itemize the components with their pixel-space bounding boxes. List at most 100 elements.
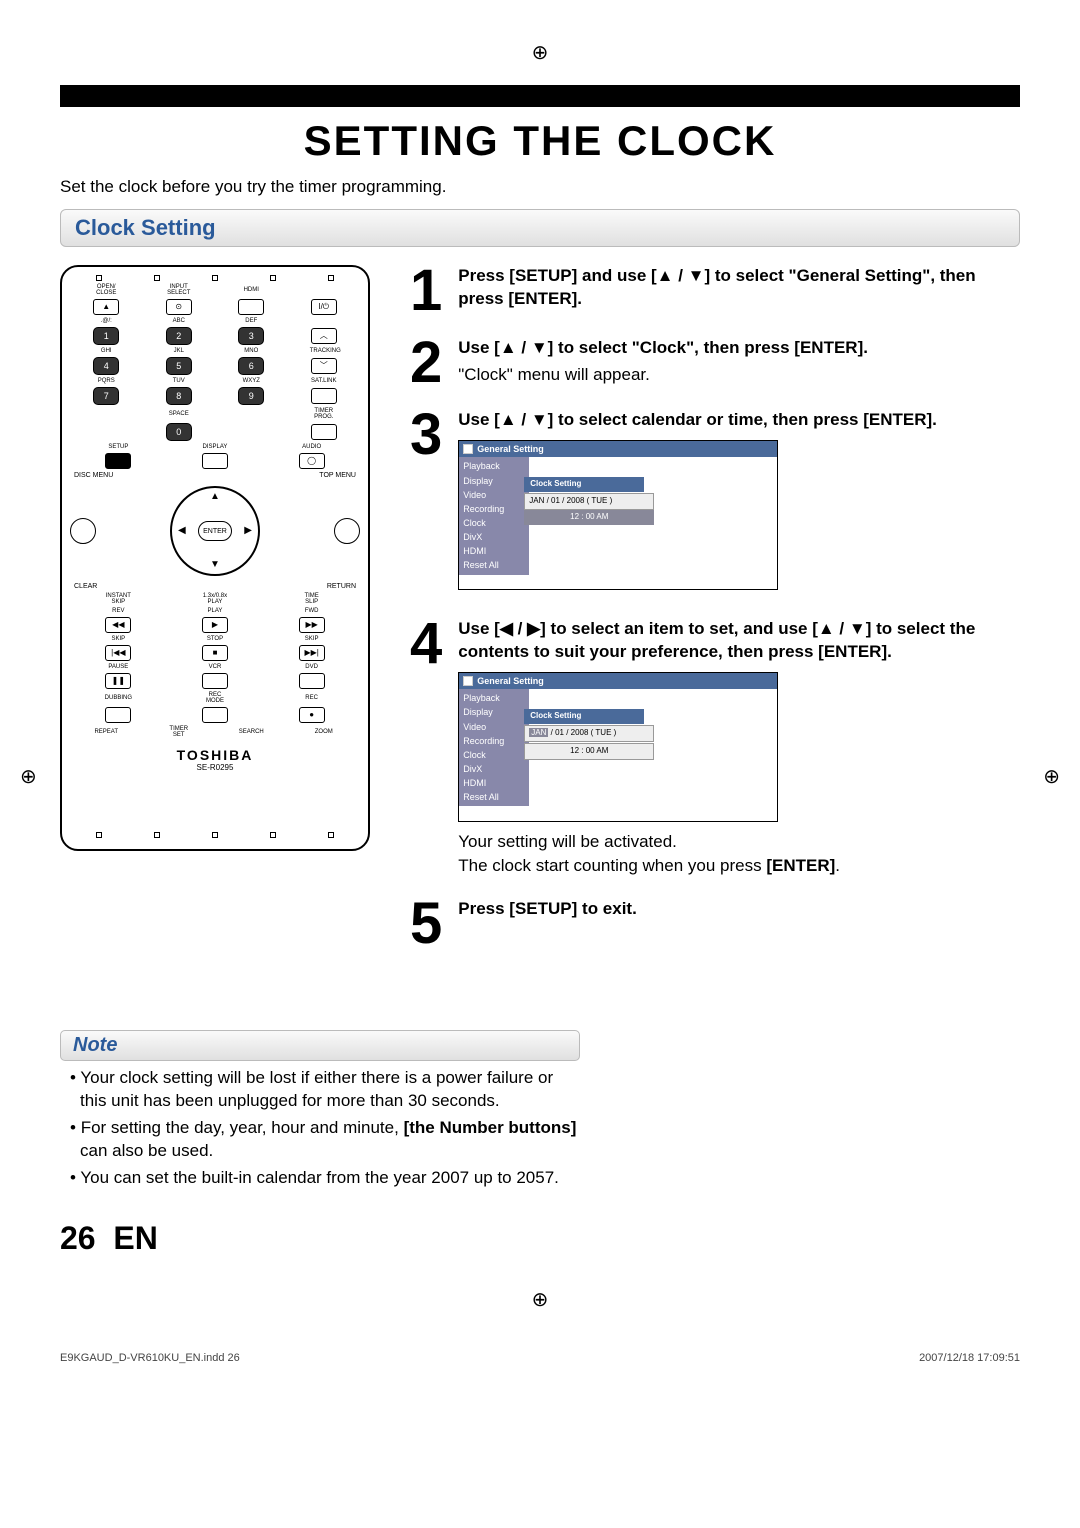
step-5: 5 Press [SETUP] to exit. [410,898,1020,950]
osd-sidebar: Playback Display Video Recording Clock D… [459,457,529,574]
osd-menu-item: Video [461,720,527,734]
key-label: DVD [298,664,326,670]
print-footer: E9KGAUD_D-VR610KU_EN.indd 26 2007/12/18 … [60,1352,1020,1364]
key-label: JKL [165,348,193,354]
key-label: REPEAT [92,729,120,735]
key-label: SPACE [165,411,193,417]
model-number: SE-R0295 [70,764,360,772]
key-label: STOP [201,636,229,642]
ir-dot [328,832,334,838]
remote-control-diagram: OPEN/ CLOSE INPUT SELECT HDMI ▲ ⊙ I/⏻ .@… [60,265,370,851]
rev-button: ◀◀ [105,617,131,633]
key-label: TUV [165,378,193,384]
down-arrow-icon: ▼ [210,560,220,570]
note-item: Your clock setting will be lost if eithe… [70,1067,580,1113]
page-number: 26 EN [60,1220,1020,1257]
top-registration-mark: ⊕ [60,40,1020,65]
note-heading: Note [60,1030,580,1061]
osd-menu-item: Recording [461,502,527,516]
ir-dot [212,832,218,838]
ir-dot [96,832,102,838]
ir-dot [154,275,160,281]
btn-label: INPUT SELECT [165,284,193,296]
enter-button: ENTER [198,521,232,541]
note-list: Your clock setting will be lost if eithe… [60,1067,580,1190]
satlink-button [311,388,337,404]
osd-menu-item: HDMI [461,544,527,558]
key-label: 1.3x/0.8x PLAY [201,593,229,605]
ch-up-button: ︿ [311,328,337,344]
footer-timestamp: 2007/12/18 17:09:51 [919,1352,1020,1364]
ir-dot [212,275,218,281]
key-label: VCR [201,664,229,670]
osd-menu-item: Clock [461,516,527,530]
step-text: Use [▲ / ▼] to select calendar or time, … [458,410,937,429]
key-label: INSTANT SKIP [104,593,132,605]
osd-time-row: 12 : 00 AM [524,510,654,525]
key-label: PLAY [201,608,229,614]
section-heading: Clock Setting [60,209,1020,247]
step-2: 2 Use [▲ / ▼] to select "Clock", then pr… [410,337,1020,389]
step-text: Press [SETUP] to exit. [458,899,637,918]
key-label: MNO [237,348,265,354]
key-label: TRACKING [310,348,338,354]
osd-menu-item: Display [461,474,527,488]
osd-menu-item: Recording [461,734,527,748]
rec-button: ● [299,707,325,723]
key-label: REC [298,695,326,701]
osd-menu-item: Clock [461,748,527,762]
pause-button: ❚❚ [105,673,131,689]
osd-menu-item: HDMI [461,776,527,790]
key-label: WXYZ [237,378,265,384]
osd-date-row: JAN / 01 / 2008 ( TUE ) [524,493,654,510]
key-label: REC MODE [201,692,229,704]
skip-fwd-button: ▶▶| [299,645,325,661]
return-label: RETURN [327,583,356,590]
nav-dpad: ▲ ▼ ◀ ▶ ENTER [170,486,260,576]
step-subtext: "Clock" menu will appear. [458,364,1020,387]
key-label: PAUSE [104,664,132,670]
num-2: 2 [166,327,192,345]
clear-label: CLEAR [74,583,97,590]
osd-sub-title: Clock Setting [524,709,644,724]
osd-menu-item: Playback [461,459,527,473]
disc-menu-button [70,518,96,544]
osd-screenshot-4: General Setting Playback Display Video R… [458,672,778,822]
skip-back-button: |◀◀ [105,645,131,661]
ir-dot [270,832,276,838]
audio-button: ◯ [299,453,325,469]
key-label: SAT.LINK [310,378,338,384]
num-1: 1 [93,327,119,345]
note-item: For setting the day, year, hour and minu… [70,1117,580,1163]
step-number: 1 [410,265,442,317]
ch-down-button: ﹀ [311,358,337,374]
note-item: You can set the built-in calendar from t… [70,1167,580,1190]
osd-menu-item: Reset All [461,790,527,804]
key-label: PQRS [92,378,120,384]
header-black-bar [60,85,1020,107]
key-label: SEARCH [237,729,265,735]
dubbing-button [105,707,131,723]
step4-after: Your setting will be activated. The cloc… [458,830,1020,878]
open-close-button: ▲ [93,299,119,315]
ir-dot [154,832,160,838]
key-label: SETUP [104,444,132,450]
hdmi-button [238,299,264,315]
osd-sub-title: Clock Setting [524,477,644,492]
gear-icon [463,676,473,686]
enter-label: [ENTER] [766,856,835,875]
key-label: ABC [165,318,193,324]
key-label: GHI [92,348,120,354]
key-label: TIMER PROG. [310,408,338,420]
osd-menu-item: Playback [461,691,527,705]
key-label: SKIP [104,636,132,642]
btn-label: HDMI [237,287,265,293]
num-8: 8 [166,387,192,405]
osd-title: General Setting [477,443,544,455]
top-menu-button [334,518,360,544]
osd-title: General Setting [477,675,544,687]
num-0: 0 [166,423,192,441]
steps-column: 1 Press [SETUP] and use [▲ / ▼] to selec… [410,265,1020,970]
osd-menu-item: DivX [461,762,527,776]
key-label: FWD [298,608,326,614]
